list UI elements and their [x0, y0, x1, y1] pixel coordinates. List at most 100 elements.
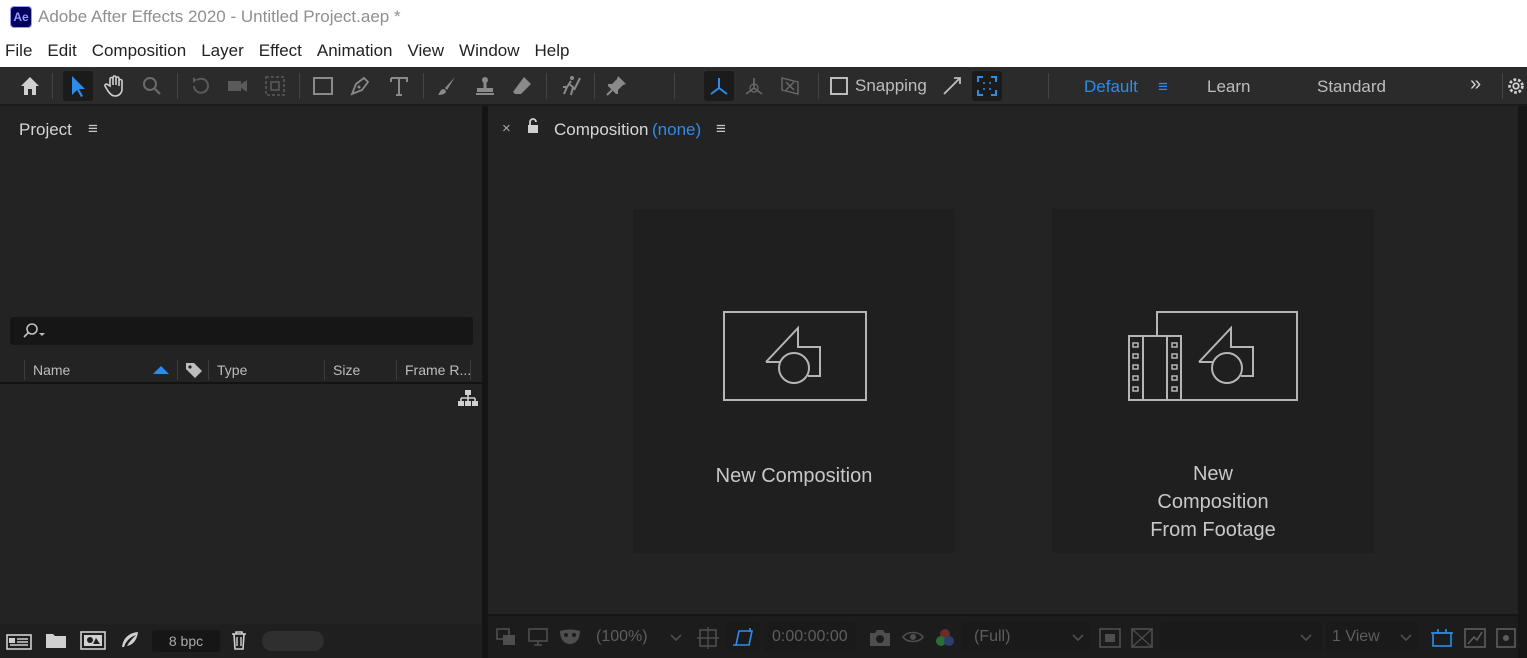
menu-window[interactable]: Window — [459, 41, 519, 61]
menu-effect[interactable]: Effect — [259, 41, 302, 61]
column-type[interactable]: Type — [217, 362, 247, 378]
chevron-down-icon[interactable] — [670, 634, 682, 642]
pan-behind-tool[interactable] — [260, 71, 290, 101]
brush-tool[interactable] — [432, 71, 462, 101]
home-button[interactable] — [15, 71, 45, 101]
camera-view-dropdown[interactable] — [1160, 622, 1322, 652]
snap-edges-toggle[interactable] — [937, 71, 967, 101]
workspace-learn[interactable]: Learn — [1207, 77, 1250, 97]
flowchart-icon[interactable] — [458, 389, 478, 407]
workspace-overflow-icon[interactable]: » — [1470, 73, 1481, 96]
workspace-menu-icon[interactable]: ≡ — [1158, 77, 1168, 97]
snapping-checkbox[interactable] — [830, 77, 848, 95]
right-panel-edge — [1518, 106, 1527, 658]
menu-composition[interactable]: Composition — [92, 41, 187, 61]
rotation-tool[interactable] — [186, 71, 216, 101]
eraser-icon — [513, 77, 531, 94]
project-panel-menu-icon[interactable]: ≡ — [88, 119, 98, 139]
grid-guide-icon[interactable] — [697, 627, 719, 649]
fast-previews-icon[interactable] — [1099, 628, 1121, 648]
eraser-tool[interactable] — [507, 71, 537, 101]
roto-brush-tool[interactable] — [555, 71, 585, 101]
project-panel: Project ≡ Name Type Size Frame R... 8 bp… — [0, 106, 482, 658]
composition-panel-title[interactable]: Composition — [554, 120, 649, 140]
footage-composition-icon — [1128, 311, 1298, 401]
region-of-interest-button[interactable] — [726, 622, 760, 652]
snapping-toggle[interactable]: Snapping — [830, 76, 927, 96]
zoom-tool[interactable] — [137, 71, 167, 101]
menu-animation[interactable]: Animation — [317, 41, 393, 61]
transparency-grid-icon[interactable] — [1131, 628, 1153, 648]
home-icon — [21, 77, 39, 95]
chevron-down-icon — [1300, 634, 1312, 642]
new-composition-card[interactable]: New Composition — [633, 209, 955, 553]
project-thumbnail-scrollbar[interactable] — [262, 631, 324, 651]
menu-edit[interactable]: Edit — [47, 41, 76, 61]
workspace-standard[interactable]: Standard — [1317, 77, 1386, 97]
chevron-down-icon — [1400, 634, 1412, 642]
type-tool[interactable] — [384, 71, 414, 101]
column-size[interactable]: Size — [333, 362, 360, 378]
selection-tool[interactable] — [63, 71, 93, 101]
puppet-pin-tool[interactable] — [601, 71, 631, 101]
trash-icon[interactable] — [229, 630, 249, 650]
bit-depth-button[interactable]: 8 bpc — [152, 630, 220, 652]
new-composition-from-footage-card[interactable]: New Composition From Footage — [1052, 209, 1374, 553]
menu-bar: File Edit Composition Layer Effect Anima… — [0, 34, 1527, 67]
gear-icon — [1508, 78, 1524, 94]
lock-open-icon[interactable] — [526, 118, 540, 134]
mask-icon[interactable] — [558, 628, 582, 646]
project-search-input[interactable] — [10, 317, 473, 345]
snap-features-toggle[interactable] — [972, 71, 1002, 101]
resolution-text: (Full) — [974, 628, 1011, 645]
folder-icon[interactable] — [45, 631, 67, 649]
camera-tool[interactable] — [223, 71, 253, 101]
view-axis-mode[interactable] — [775, 71, 805, 101]
show-snapshot-icon[interactable] — [901, 627, 925, 647]
snap-target-icon — [977, 76, 997, 96]
pen-tool[interactable] — [345, 71, 375, 101]
label-tag-icon[interactable] — [184, 361, 204, 379]
composition-panel-menu-icon[interactable]: ≡ — [716, 119, 726, 139]
title-bar: Ae Adobe After Effects 2020 - Untitled P… — [0, 0, 1527, 34]
hand-tool[interactable] — [100, 71, 130, 101]
after-effects-logo: Ae — [10, 6, 32, 28]
fast-draft-icon[interactable] — [1464, 628, 1486, 648]
project-panel-title[interactable]: Project — [19, 120, 72, 140]
rectangle-tool[interactable] — [308, 71, 338, 101]
composition-name[interactable]: (none) — [652, 120, 701, 140]
feather-icon[interactable] — [118, 630, 140, 650]
snapshot-camera-icon[interactable] — [869, 629, 891, 647]
new-composition-icon[interactable] — [80, 630, 106, 650]
toggle-view-options-icon[interactable] — [1430, 628, 1454, 648]
close-icon[interactable]: × — [502, 120, 511, 137]
workspace-default[interactable]: Default — [1084, 77, 1138, 97]
resolution-dropdown[interactable]: (Full) — [962, 622, 1090, 652]
world-axis-mode[interactable] — [739, 71, 769, 101]
settings-button[interactable] — [1505, 71, 1527, 101]
tools-toolbar: Snapping Default ≡ Learn Standard » — [0, 67, 1527, 105]
monitor-icon[interactable] — [528, 628, 548, 646]
menu-layer[interactable]: Layer — [201, 41, 244, 61]
sort-ascending-icon[interactable] — [152, 365, 170, 375]
new-composition-from-footage-label-1: New — [1192, 463, 1233, 485]
interpret-footage-icon[interactable] — [6, 632, 32, 650]
menu-view[interactable]: View — [408, 41, 445, 61]
column-name[interactable]: Name — [33, 362, 70, 378]
channel-rgb-icon[interactable] — [934, 627, 956, 649]
flowchart-toggle-icon[interactable] — [1496, 628, 1516, 648]
new-composition-from-footage-label-2: Composition — [1157, 491, 1269, 513]
local-axis-mode[interactable] — [704, 71, 734, 101]
magnifier-icon — [143, 77, 161, 95]
view-layout-dropdown[interactable]: 1 View — [1326, 622, 1418, 652]
camera-icon — [228, 80, 247, 92]
menu-help[interactable]: Help — [535, 41, 570, 61]
current-time-display[interactable]: 0:00:00:00 — [764, 622, 856, 652]
menu-file[interactable]: File — [5, 41, 32, 61]
clone-stamp-tool[interactable] — [470, 71, 500, 101]
magnification-dropdown[interactable]: (100%) — [596, 628, 648, 646]
stamp-icon — [476, 77, 494, 95]
composition-shapes-icon — [723, 311, 867, 401]
column-frame-rate[interactable]: Frame R... — [405, 362, 471, 378]
preview-toggle-icon[interactable] — [496, 628, 516, 646]
